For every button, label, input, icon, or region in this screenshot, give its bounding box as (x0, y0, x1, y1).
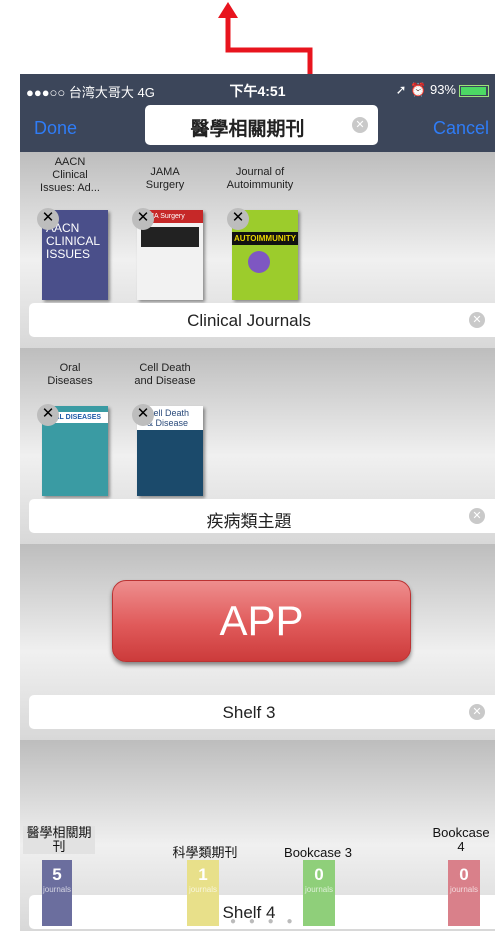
remove-book-icon[interactable]: ✕ (132, 404, 154, 426)
cover-text: AUTOIMMUNITY (232, 232, 298, 245)
bookcase-unit: journals (42, 885, 71, 894)
cover-image (248, 251, 270, 273)
nav-bar: Done 醫學相關期刊 ✕ Cancel (20, 104, 495, 152)
bookcase-count: 1 (198, 865, 208, 884)
book-title: AACN Clinical Issues: Ad... (40, 156, 100, 194)
bookcase-tab-2[interactable]: 1 journals (187, 860, 219, 926)
remove-book-icon[interactable]: ✕ (132, 208, 154, 230)
bookcase-unit: journals (304, 885, 333, 894)
bookcase-unit: journals (188, 885, 217, 894)
bookcase-title-field[interactable]: 醫學相關期刊 ✕ (145, 105, 378, 145)
remove-book-icon[interactable]: ✕ (37, 208, 59, 230)
shelf-2-label[interactable]: 疾病類主題 ✕ (29, 499, 495, 533)
book-title: Journal of Autoimmunity (226, 166, 294, 191)
clear-title-icon[interactable]: ✕ (352, 117, 368, 133)
shelf-3-label[interactable]: Shelf 3 ✕ (29, 695, 495, 729)
status-right: ➚ ⏰ 93% (396, 82, 489, 98)
bookcase-count: 5 (52, 865, 62, 884)
bookcase-title-text: 醫學相關期刊 (190, 119, 305, 140)
bookcase-unit: journals (449, 885, 478, 894)
cancel-button[interactable]: Cancel (433, 118, 489, 139)
clear-shelf-name-icon[interactable]: ✕ (469, 312, 485, 328)
bookcase-count: 0 (459, 865, 469, 884)
phone-screen: ●●●○○ 台湾大哥大 4G 下午4:51 ➚ ⏰ 93% Done 醫學相關期… (20, 74, 495, 931)
shelf-name: Shelf 3 (222, 703, 276, 722)
remove-book-icon[interactable]: ✕ (37, 404, 59, 426)
bookcase-tab-name[interactable]: Bookcase 3 (278, 846, 358, 860)
bookcase-tab-1[interactable]: 5 journals (42, 860, 72, 926)
app-button-label: APP (219, 597, 304, 644)
bookcase-tab-name[interactable]: 醫學相關期 刊 (23, 826, 95, 854)
done-button[interactable]: Done (34, 118, 77, 139)
clear-shelf-name-icon[interactable]: ✕ (469, 704, 485, 720)
bookcase-count: 0 (314, 865, 324, 884)
cover-image (141, 227, 199, 247)
book-title: JAMA Surgery (145, 166, 185, 191)
shelf-name: 疾病類主題 (206, 512, 292, 531)
bookcase-tab-4[interactable]: 0 journals (448, 860, 480, 926)
shelf-name: Clinical Journals (187, 311, 311, 330)
clear-shelf-name-icon[interactable]: ✕ (469, 508, 485, 524)
remove-book-icon[interactable]: ✕ (227, 208, 249, 230)
book-title: Oral Diseases (47, 362, 93, 387)
battery-icon (459, 84, 489, 97)
app-button[interactable]: APP (112, 580, 411, 662)
book-title: Cell Death and Disease (134, 362, 196, 387)
shelf-1-label[interactable]: Clinical Journals ✕ (29, 303, 495, 337)
battery-percent: ➚ ⏰ 93% (395, 82, 456, 97)
status-bar: ●●●○○ 台湾大哥大 4G 下午4:51 ➚ ⏰ 93% (20, 74, 495, 104)
bookcase-tab-name[interactable]: Bookcase 4 (428, 826, 494, 854)
page-indicator[interactable]: ● ● ● ● (230, 916, 298, 927)
bookcase-tab-name[interactable]: 科學類期刊 (168, 846, 242, 860)
bookcase-tab-3[interactable]: 0 journals (303, 860, 335, 926)
